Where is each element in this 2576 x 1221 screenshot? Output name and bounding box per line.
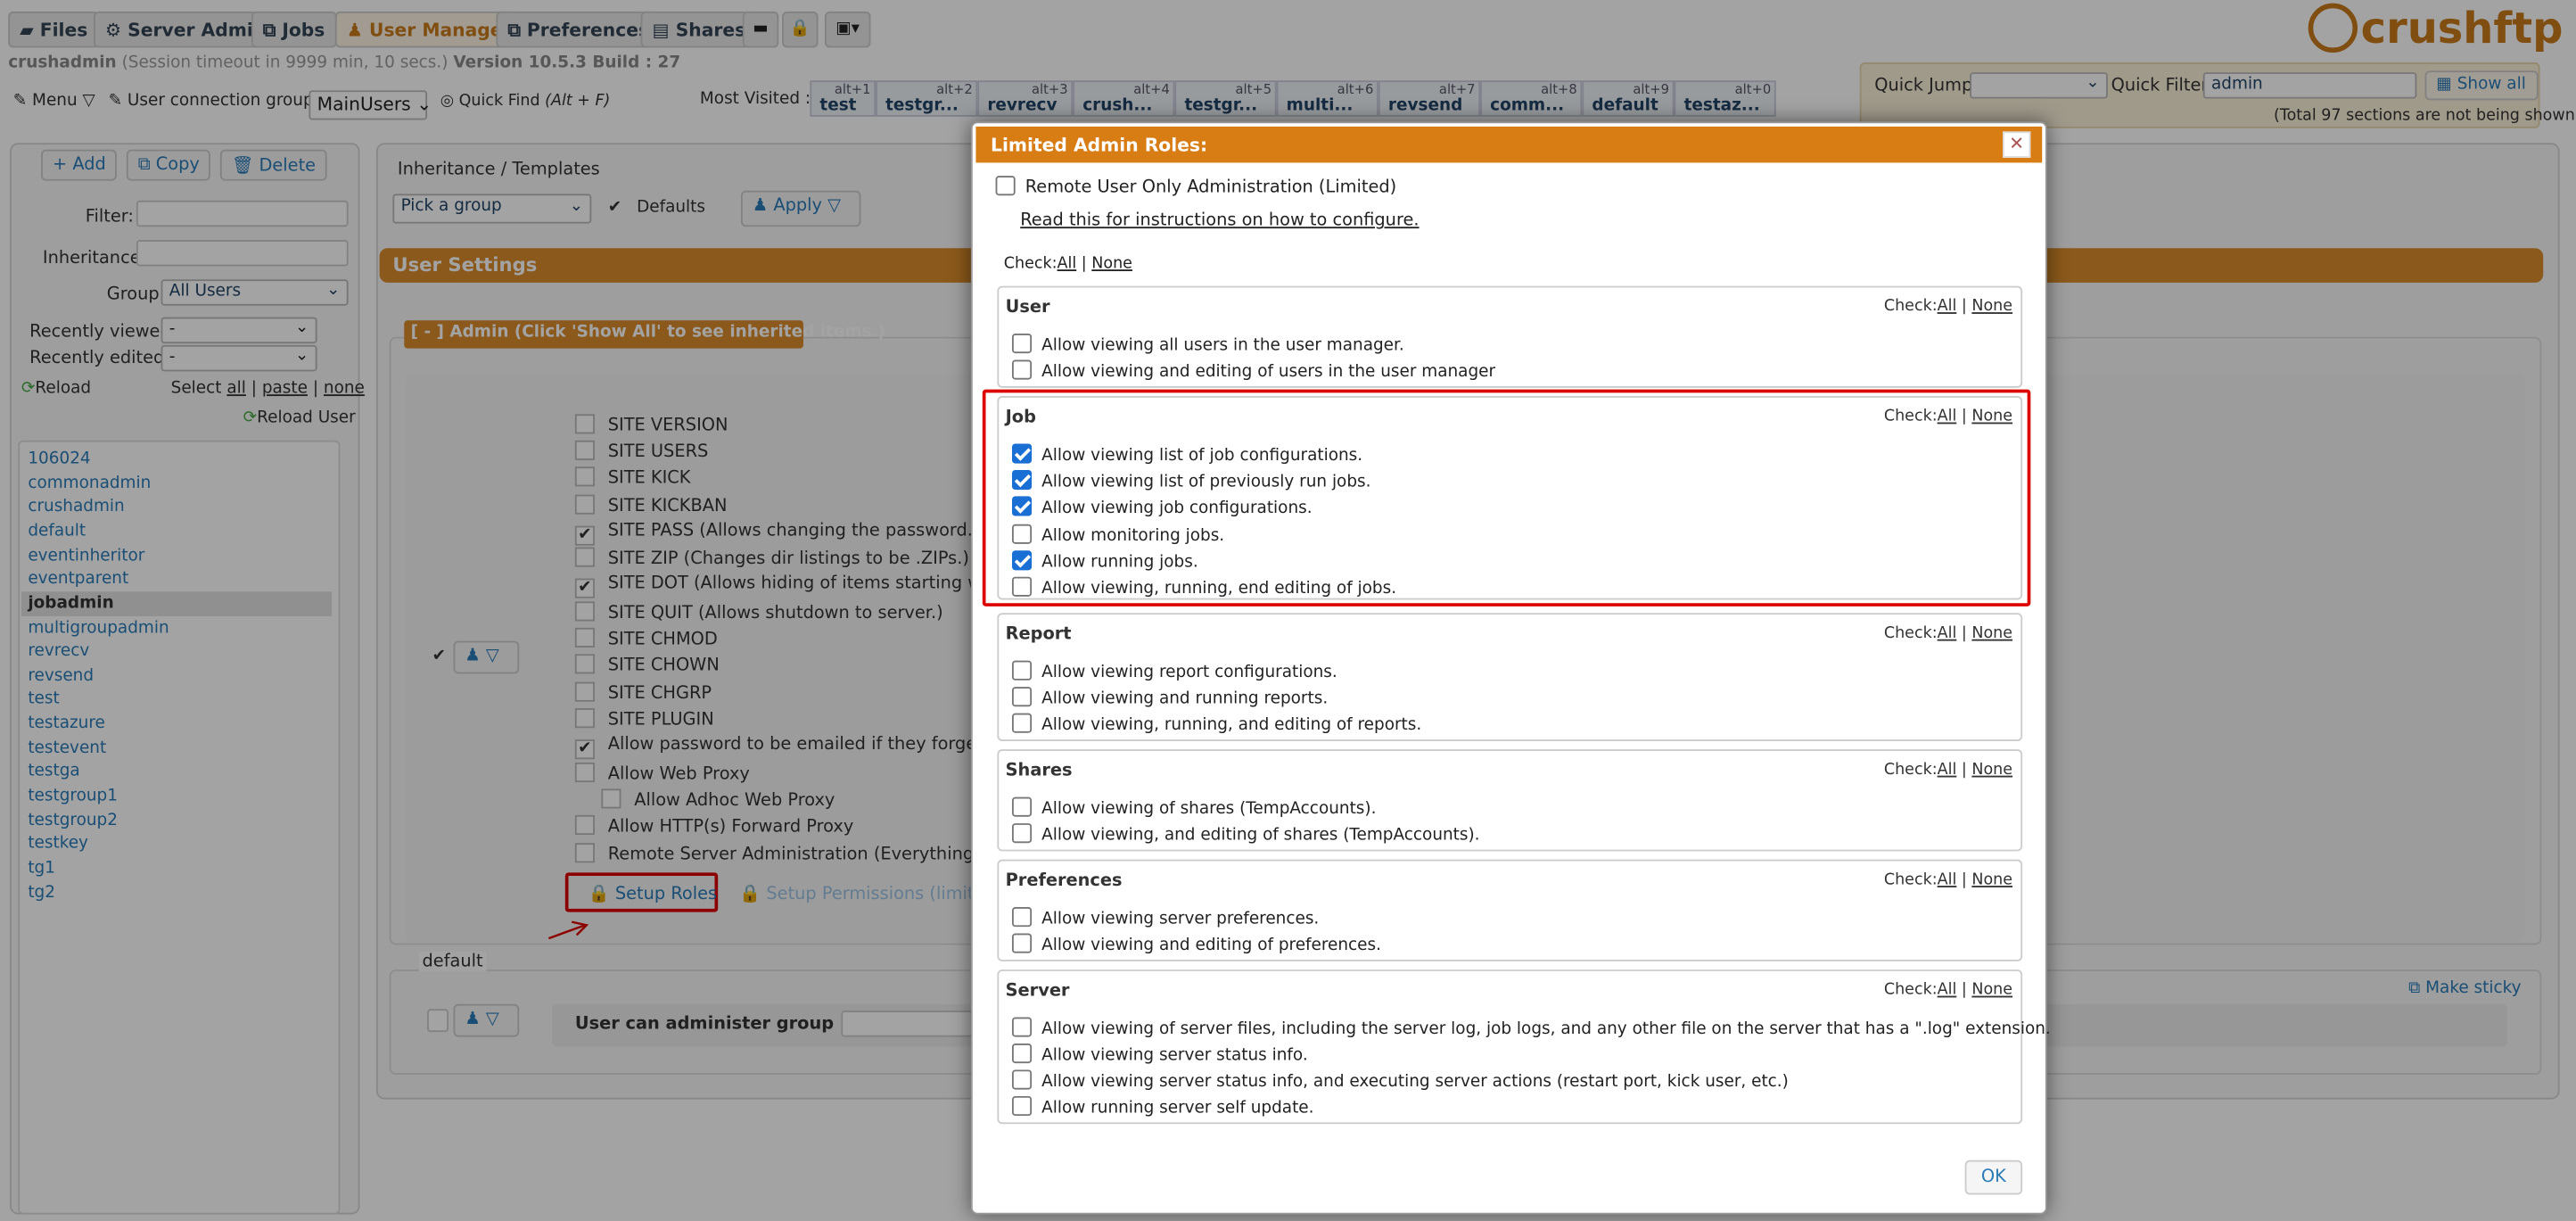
role-checkbox[interactable] bbox=[1011, 933, 1033, 953]
check-none-link[interactable]: None bbox=[1971, 624, 2012, 642]
dialog-title-bar: Limited Admin Roles: ✕ bbox=[975, 126, 2043, 163]
role-checkbox[interactable] bbox=[1011, 550, 1033, 571]
section-server: Server Check:All | None Allow viewing of… bbox=[997, 969, 2051, 1125]
section-check-controls: Check:All | None bbox=[1883, 297, 2013, 316]
role-option[interactable]: Allow running jobs. bbox=[1011, 550, 1198, 572]
role-checkbox[interactable] bbox=[1011, 1095, 1033, 1117]
section-check-controls: Check:All | None bbox=[1883, 870, 2013, 889]
role-option[interactable]: Allow viewing and running reports. bbox=[1011, 687, 1328, 708]
check-all-none-global: Check:All | None bbox=[1003, 254, 1132, 273]
check-all-link[interactable]: All bbox=[1938, 624, 1957, 642]
role-checkbox[interactable] bbox=[1011, 524, 1033, 544]
limited-admin-roles-dialog: Limited Admin Roles: ✕ Remote User Only A… bbox=[970, 121, 2051, 1215]
role-checkbox[interactable] bbox=[1011, 496, 1033, 516]
check-none-link[interactable]: None bbox=[1091, 255, 1132, 273]
role-checkbox[interactable] bbox=[1011, 823, 1033, 844]
role-option[interactable]: Allow viewing report configurations. bbox=[1011, 660, 1337, 682]
role-option[interactable]: Allow viewing, running, end editing of j… bbox=[1011, 576, 1396, 598]
role-option[interactable]: Allow viewing of server files, including… bbox=[1011, 1017, 2051, 1038]
section-check-controls: Check:All | None bbox=[1883, 407, 2013, 426]
role-checkbox[interactable] bbox=[1011, 469, 1033, 491]
role-option[interactable]: Allow viewing list of job configurations… bbox=[1011, 443, 1362, 465]
role-checkbox[interactable] bbox=[1011, 359, 1033, 380]
role-checkbox[interactable] bbox=[1011, 1069, 1033, 1090]
role-option[interactable]: Allow viewing, running, and editing of r… bbox=[1011, 713, 1421, 735]
section-user: User Check:All | None Allow viewing all … bbox=[997, 285, 2023, 388]
role-checkbox[interactable] bbox=[1011, 1043, 1033, 1064]
role-option[interactable]: Allow viewing, and editing of shares (Te… bbox=[1011, 823, 1480, 845]
role-checkbox[interactable] bbox=[1011, 576, 1033, 597]
role-option[interactable]: Allow viewing of shares (TempAccounts). bbox=[1011, 796, 1376, 819]
role-checkbox[interactable] bbox=[1011, 907, 1033, 928]
role-checkbox[interactable] bbox=[1011, 1017, 1033, 1037]
role-checkbox[interactable] bbox=[1011, 687, 1033, 707]
check-none-link[interactable]: None bbox=[1971, 297, 2012, 315]
check-all-link[interactable]: All bbox=[1938, 871, 1957, 889]
section-job: Job Check:All | None Allow viewing list … bbox=[997, 396, 2023, 600]
role-option[interactable]: Allow viewing server status info, and ex… bbox=[1011, 1069, 1789, 1091]
instructions-link[interactable]: Read this for instructions on how to con… bbox=[1020, 210, 1419, 230]
role-option[interactable]: Allow viewing and editing of users in th… bbox=[1011, 359, 1495, 381]
check-all-link[interactable]: All bbox=[1938, 408, 1957, 425]
role-checkbox[interactable] bbox=[1011, 334, 1033, 354]
remote-only-checkbox[interactable] bbox=[995, 176, 1016, 196]
app-root: ▰ Files ⚙ Server Admin ⧉ Jobs ♟ User Man… bbox=[0, 0, 2576, 1221]
role-option[interactable]: Allow viewing server preferences. bbox=[1011, 907, 1319, 928]
check-none-link[interactable]: None bbox=[1971, 981, 2012, 999]
role-checkbox[interactable] bbox=[1011, 713, 1033, 733]
role-checkbox[interactable] bbox=[1011, 796, 1033, 817]
remote-only-admin-option[interactable]: Remote User Only Administration (Limited… bbox=[995, 176, 1396, 197]
check-none-link[interactable]: None bbox=[1971, 761, 2012, 779]
ok-button[interactable]: OK bbox=[1964, 1159, 2023, 1195]
check-all-link[interactable]: All bbox=[1058, 255, 1077, 273]
role-option[interactable]: Allow viewing list of previously run job… bbox=[1011, 469, 1371, 491]
section-check-controls: Check:All | None bbox=[1883, 980, 2013, 1000]
role-option[interactable]: Allow viewing all users in the user mana… bbox=[1011, 334, 1404, 355]
role-checkbox[interactable] bbox=[1011, 660, 1033, 681]
role-option[interactable]: Allow running server self update. bbox=[1011, 1095, 1314, 1118]
section-shares: Shares Check:All | None Allow viewing of… bbox=[997, 749, 2023, 852]
section-check-controls: Check:All | None bbox=[1883, 761, 2013, 780]
role-option[interactable]: Allow viewing job configurations. bbox=[1011, 496, 1313, 517]
close-icon[interactable]: ✕ bbox=[2003, 131, 2031, 158]
role-option[interactable]: Allow monitoring jobs. bbox=[1011, 524, 1224, 546]
check-all-link[interactable]: All bbox=[1938, 981, 1957, 999]
section-preferences: Preferences Check:All | None Allow viewi… bbox=[997, 859, 2023, 961]
section-report: Report Check:All | None Allow viewing re… bbox=[997, 613, 2023, 741]
role-option[interactable]: Allow viewing and editing of preferences… bbox=[1011, 933, 1381, 954]
check-none-link[interactable]: None bbox=[1971, 871, 2012, 889]
check-all-link[interactable]: All bbox=[1938, 297, 1957, 315]
check-none-link[interactable]: None bbox=[1971, 408, 2012, 425]
check-all-link[interactable]: All bbox=[1938, 761, 1957, 779]
role-option[interactable]: Allow viewing server status info. bbox=[1011, 1043, 1308, 1065]
role-checkbox[interactable] bbox=[1011, 443, 1033, 464]
section-check-controls: Check:All | None bbox=[1883, 624, 2013, 643]
